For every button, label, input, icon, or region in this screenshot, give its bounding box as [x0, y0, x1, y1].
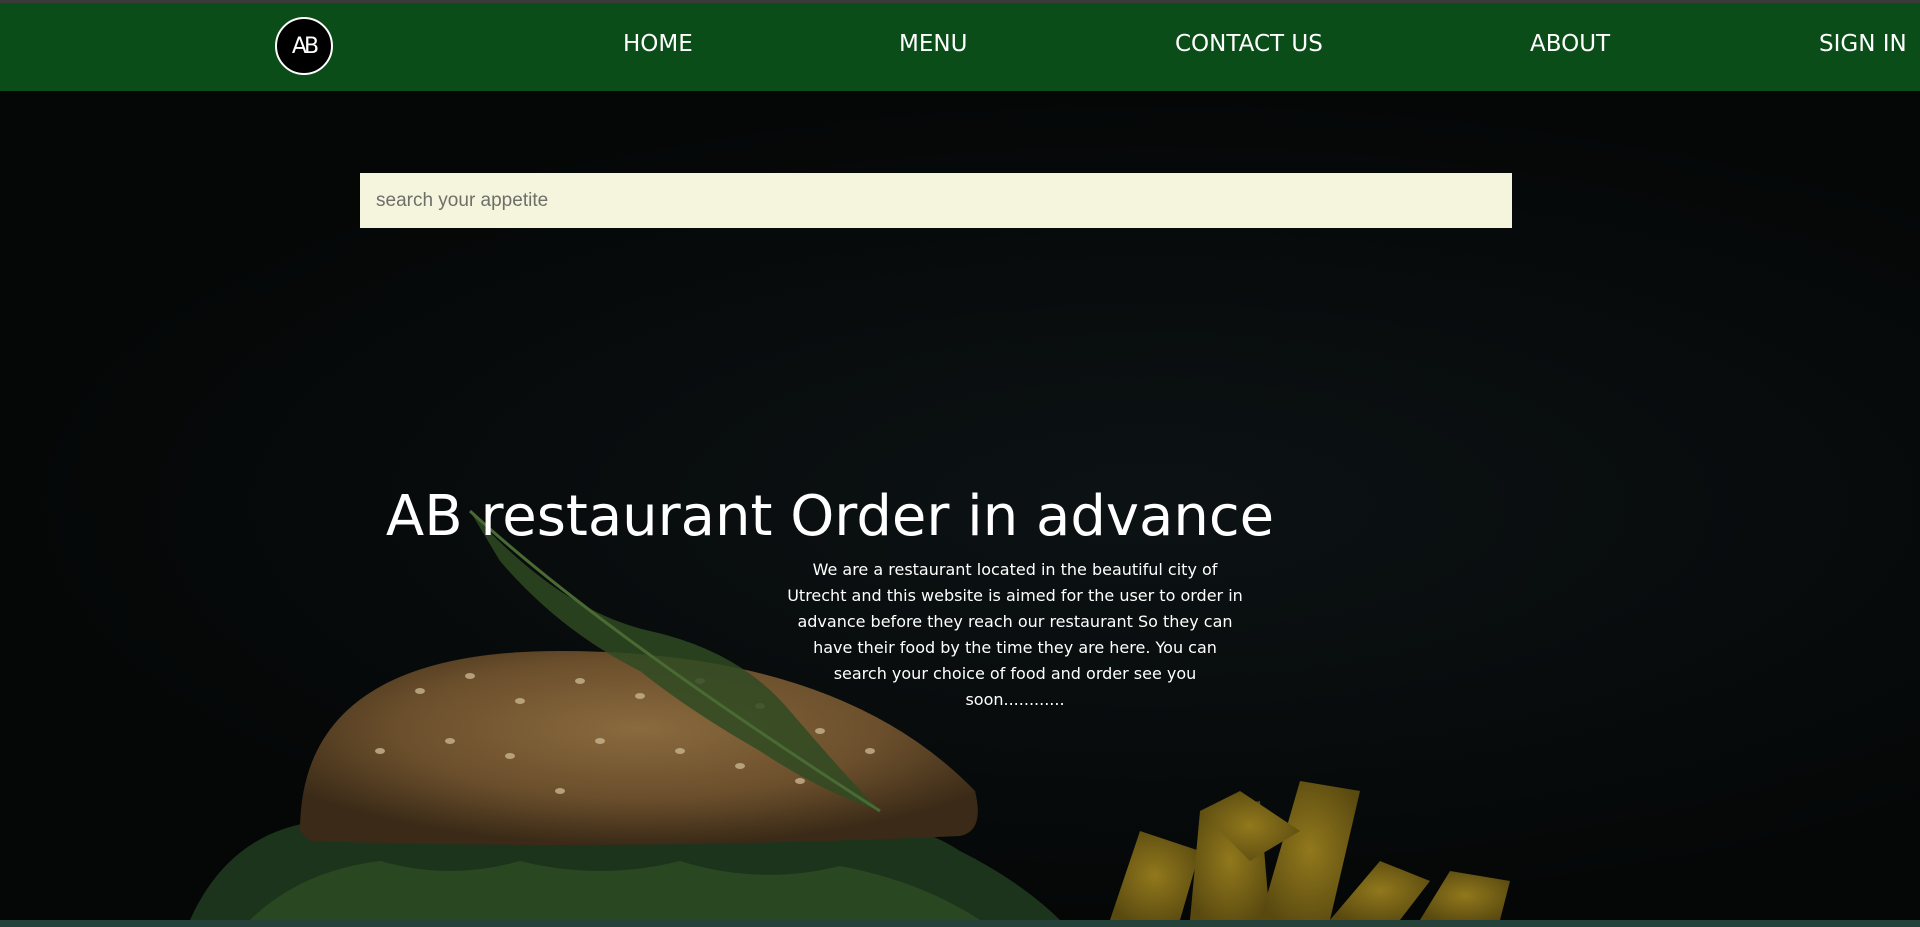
nav-sign-in-link[interactable]: SIGN IN	[1819, 31, 1907, 57]
hero-title: AB restaurant Order in advance	[0, 486, 1920, 548]
navbar: AB HOME MENU CONTACT US ABOUT SIGN IN	[0, 3, 1920, 91]
logo[interactable]: AB	[275, 17, 333, 75]
nav-about-link[interactable]: ABOUT	[1530, 31, 1610, 57]
bottom-border	[0, 920, 1920, 927]
hero-title-text: AB restaurant Order in advance	[385, 484, 1275, 549]
search-input[interactable]	[360, 173, 1512, 228]
hero-section: AB restaurant Order in advance We are a …	[0, 91, 1920, 920]
hero-description: We are a restaurant located in the beaut…	[787, 560, 1243, 709]
logo-text: AB	[291, 33, 319, 59]
nav-menu-link[interactable]: MENU	[899, 31, 967, 57]
page: AB HOME MENU CONTACT US ABOUT SIGN IN se…	[0, 0, 1920, 927]
nav-contact-us-link[interactable]: CONTACT US	[1175, 31, 1323, 57]
nav-home-link[interactable]: HOME	[623, 31, 693, 57]
